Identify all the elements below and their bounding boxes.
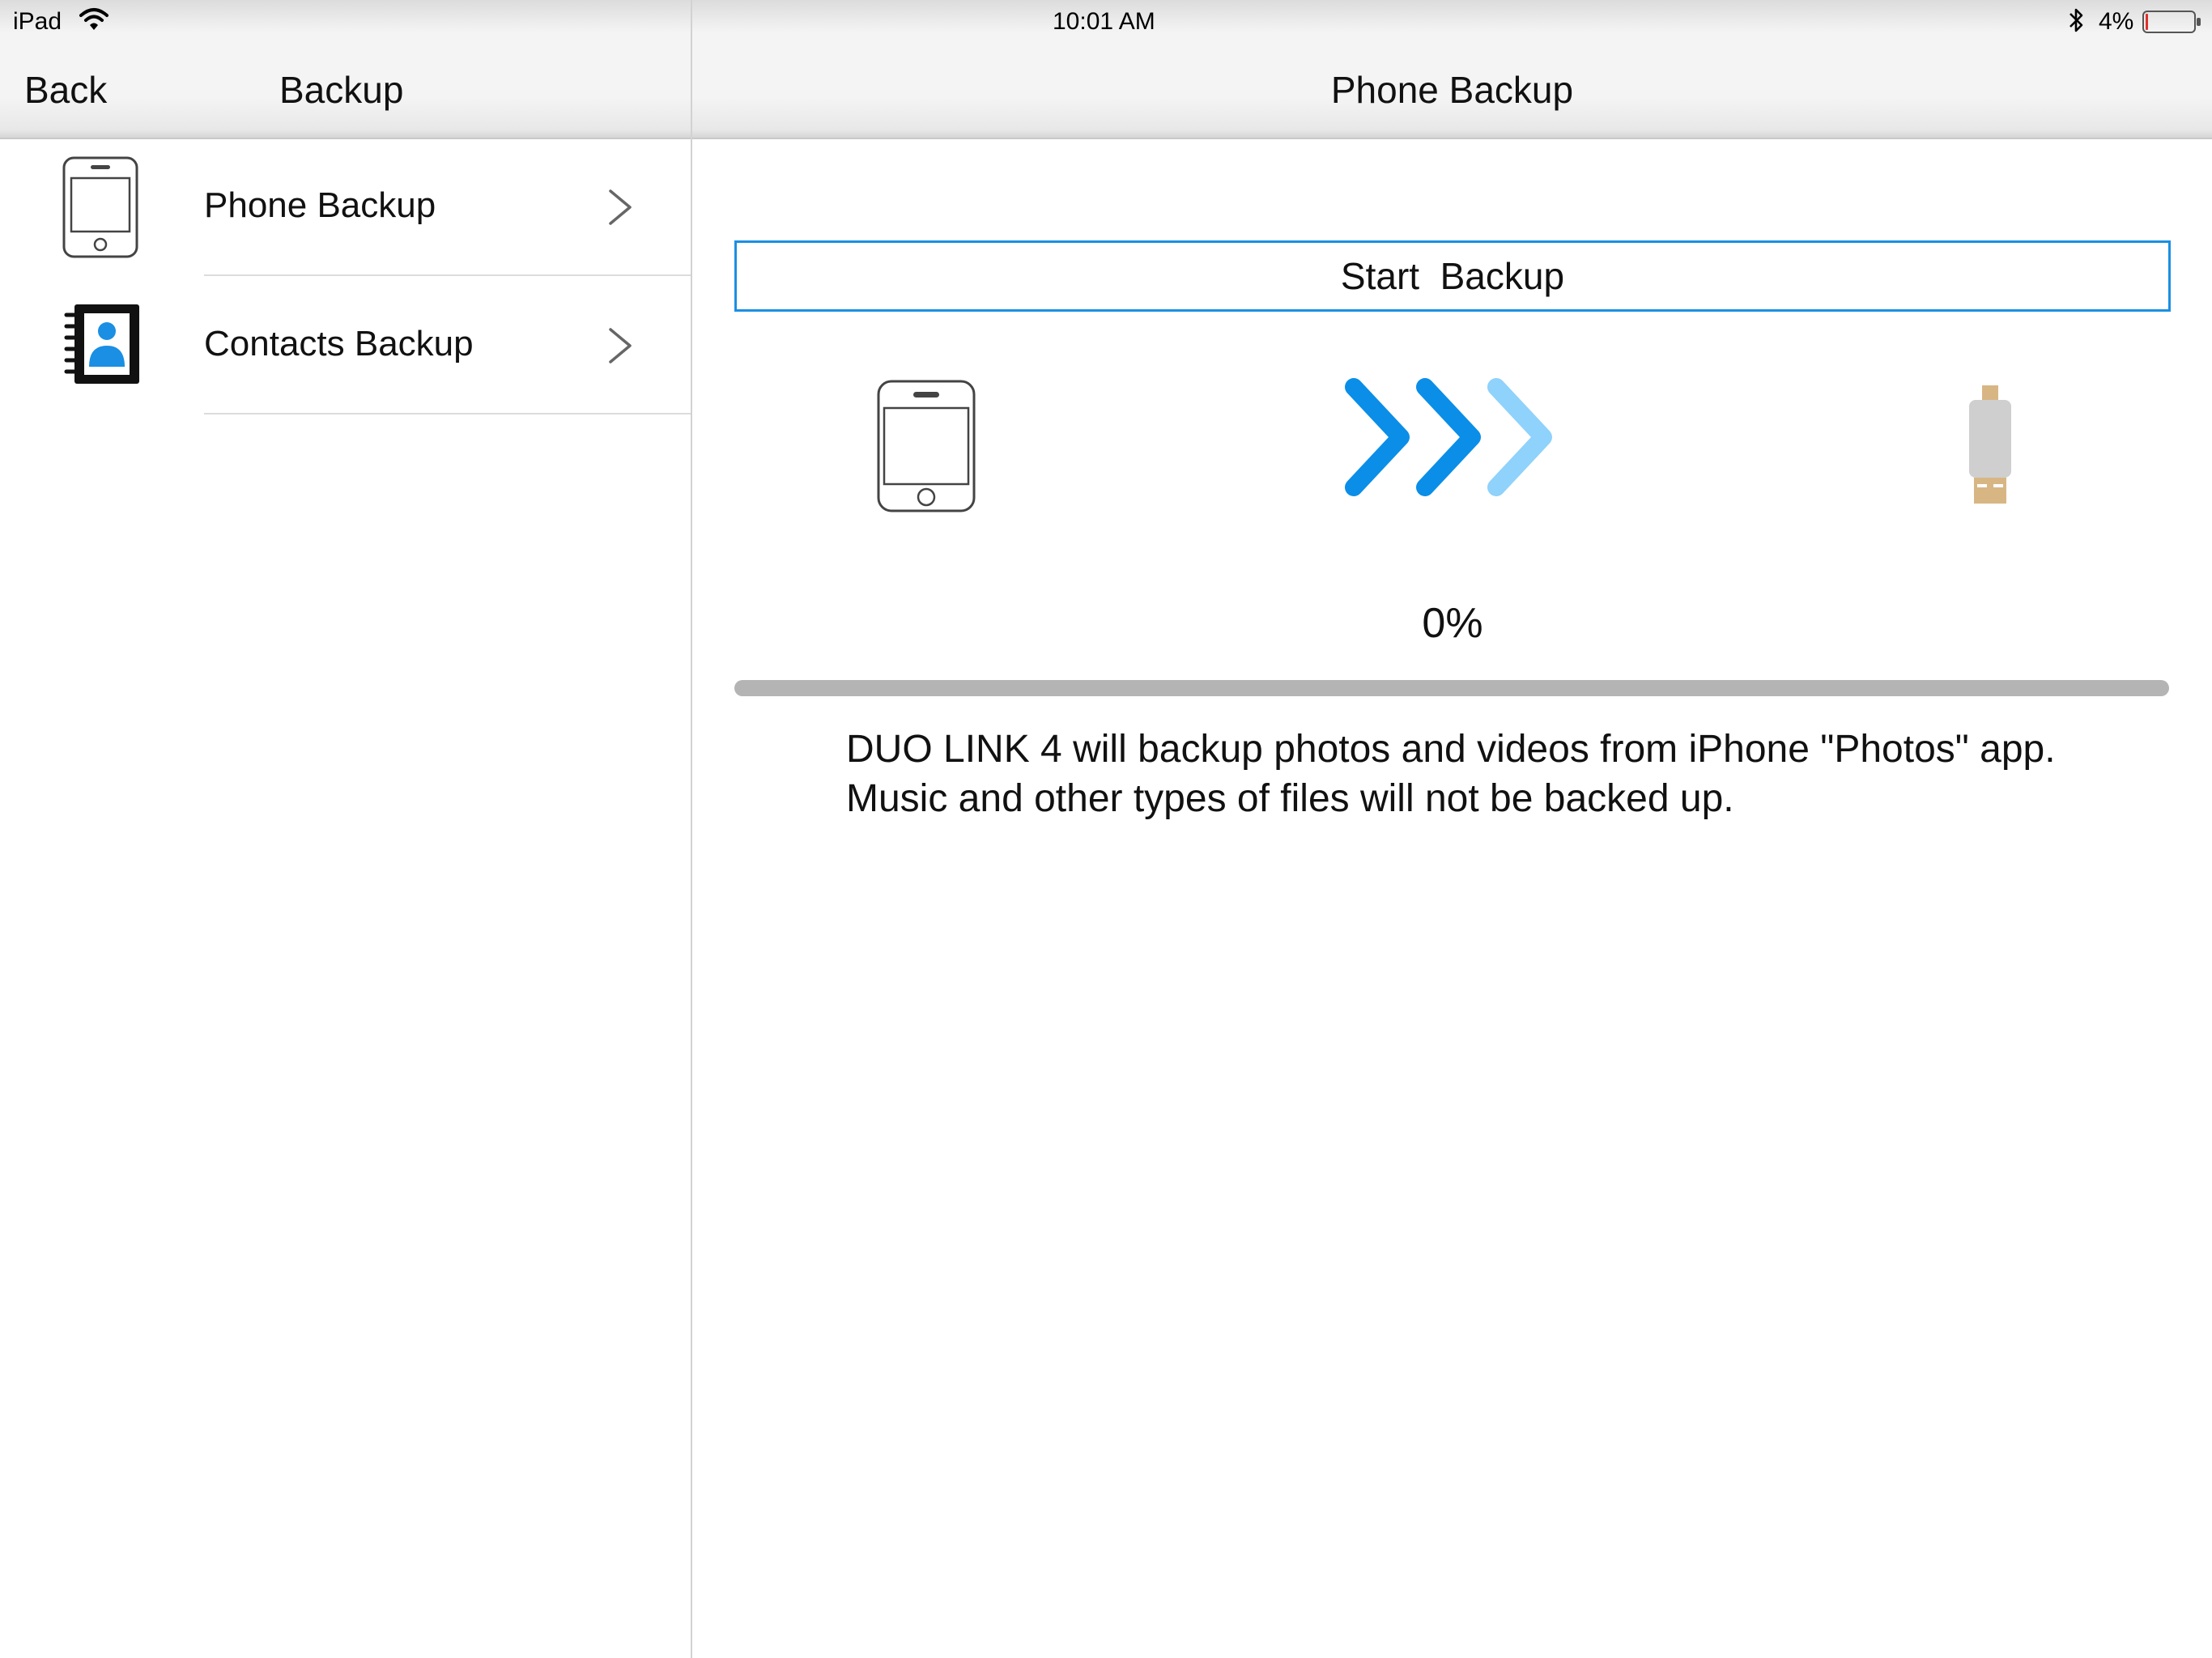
list-item-label: Phone Backup: [204, 185, 436, 225]
start-backup-button[interactable]: Start Backup: [734, 240, 2171, 312]
list-item-label: Contacts Backup: [204, 324, 474, 363]
chevron-right-icon: [606, 326, 635, 369]
transfer-arrows-icon: [1338, 372, 1564, 514]
list-item-phone-backup[interactable]: Phone Backup: [0, 138, 691, 275]
bluetooth-icon: [2066, 6, 2086, 38]
flash-drive-icon: [1964, 384, 2016, 509]
contacts-book-icon: [62, 302, 143, 390]
battery-percent: 4%: [2099, 8, 2134, 35]
split-divider: [691, 0, 692, 1658]
device-name: iPad: [13, 8, 62, 35]
left-pane-title: Backup: [279, 69, 404, 111]
progress-percent: 0%: [1422, 600, 1483, 647]
battery-icon: [2142, 8, 2203, 40]
chevron-right-icon: [606, 188, 635, 231]
progress-bar: [734, 680, 2169, 696]
back-button[interactable]: Back: [24, 71, 107, 108]
status-time: 10:01 AM: [1053, 8, 1155, 35]
list-item-contacts-backup[interactable]: Contacts Backup: [0, 276, 691, 414]
backup-info-text: DUO LINK 4 will backup photos and videos…: [846, 728, 2056, 820]
phone-icon: [876, 379, 976, 517]
page-title: Phone Backup: [1330, 69, 1574, 111]
list-separator: [204, 413, 691, 414]
phone-icon: [62, 155, 139, 263]
wifi-icon: [78, 6, 110, 36]
